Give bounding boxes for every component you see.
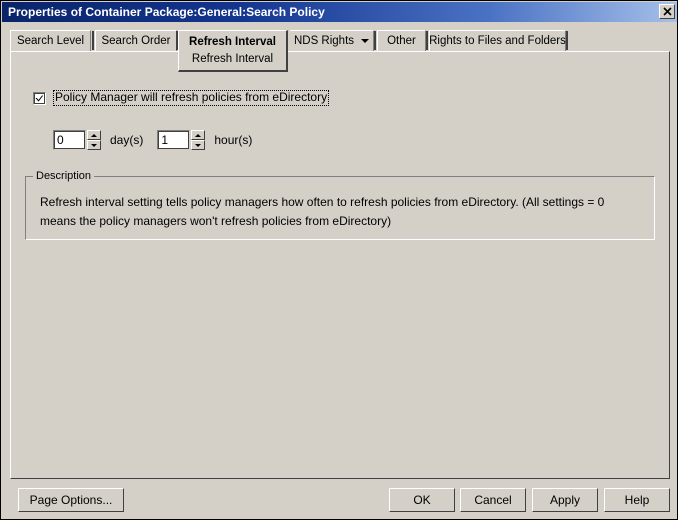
days-increment-button[interactable] <box>87 130 101 140</box>
hours-stepper[interactable] <box>157 130 205 150</box>
refresh-interval-fields: day(s) hour(s) <box>53 130 266 150</box>
days-stepper[interactable] <box>53 130 101 150</box>
hours-input[interactable] <box>157 130 190 150</box>
description-text: Refresh interval setting tells policy ma… <box>40 193 640 231</box>
tab-label: Rights to Files and Folders <box>429 35 566 47</box>
tab-rights-to-files-and-folders[interactable]: Rights to Files and Folders <box>429 30 566 51</box>
page-options-button[interactable]: Page Options... <box>18 488 124 512</box>
hours-stepper-buttons[interactable] <box>191 130 205 150</box>
hours-unit-label: hour(s) <box>214 133 252 147</box>
tab-label: Other <box>387 35 416 47</box>
days-stepper-buttons[interactable] <box>87 130 101 150</box>
close-glyph <box>663 7 672 16</box>
tab-separator <box>426 31 428 50</box>
cancel-button[interactable]: Cancel <box>460 488 526 512</box>
hours-increment-button[interactable] <box>191 130 205 140</box>
tab-sublabel: Refresh Interval <box>192 52 273 67</box>
checkmark-icon <box>35 94 44 103</box>
tab-search-level[interactable]: Search Level <box>10 30 91 51</box>
tab-nds-rights[interactable]: NDS Rights <box>290 30 374 51</box>
arrow-down-icon <box>195 144 201 147</box>
description-group-box: Description Refresh interval setting tel… <box>25 176 655 240</box>
ok-button[interactable]: OK <box>389 488 455 512</box>
arrow-up-icon <box>91 134 97 137</box>
refresh-policies-checkbox-row[interactable]: Policy Manager will refresh policies fro… <box>33 90 329 106</box>
tab-label: Search Level <box>17 35 84 47</box>
tab-separator <box>374 31 376 50</box>
close-icon[interactable] <box>659 4 675 19</box>
refresh-policies-checkbox-label: Policy Manager will refresh policies fro… <box>53 90 329 106</box>
title-bar: Properties of Container Package:General:… <box>2 2 678 22</box>
tab-label: NDS Rights <box>294 35 354 47</box>
tab-label: Search Order <box>101 35 170 47</box>
tab-other[interactable]: Other <box>377 30 426 51</box>
tab-separator <box>566 31 568 50</box>
tab-label: Refresh Interval <box>189 35 276 50</box>
chevron-down-icon[interactable] <box>361 39 369 43</box>
refresh-policies-checkbox[interactable] <box>33 92 46 105</box>
days-decrement-button[interactable] <box>87 140 101 150</box>
tab-separator <box>92 31 94 50</box>
tab-strip: Search Level Search Order Refresh Interv… <box>10 30 670 52</box>
dialog-button-bar: Page Options... OK Cancel Apply Help <box>2 483 678 519</box>
help-button[interactable]: Help <box>604 488 670 512</box>
days-unit-label: day(s) <box>110 133 143 147</box>
description-legend: Description <box>33 170 94 182</box>
apply-button[interactable]: Apply <box>532 488 598 512</box>
properties-dialog-window: Properties of Container Package:General:… <box>0 0 678 520</box>
hours-decrement-button[interactable] <box>191 140 205 150</box>
tab-search-order[interactable]: Search Order <box>95 30 177 51</box>
window-title: Properties of Container Package:General:… <box>8 5 325 19</box>
tab-content-panel: Policy Manager will refresh policies fro… <box>10 51 670 479</box>
tab-refresh-interval[interactable]: Refresh Interval Refresh Interval <box>178 30 288 72</box>
arrow-up-icon <box>195 134 201 137</box>
days-input[interactable] <box>53 130 86 150</box>
arrow-down-icon <box>91 144 97 147</box>
